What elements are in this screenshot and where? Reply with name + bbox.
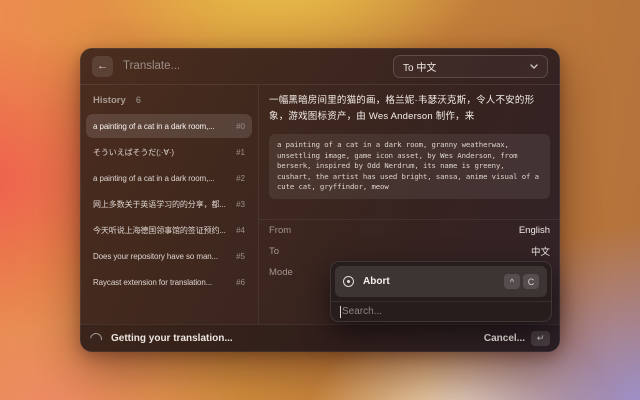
history-item-index: #4 bbox=[236, 226, 245, 235]
history-item-index: #1 bbox=[236, 148, 245, 157]
target-language-dropdown[interactable]: To 中文 bbox=[393, 55, 548, 78]
action-search-row bbox=[331, 302, 551, 321]
abort-label: Abort bbox=[363, 276, 390, 287]
history-count: 6 bbox=[136, 95, 141, 106]
history-item-text: Does your repository have so man... bbox=[93, 252, 230, 261]
history-item-index: #5 bbox=[236, 252, 245, 261]
loading-spinner-icon bbox=[88, 330, 105, 347]
meta-value: English bbox=[519, 225, 550, 236]
text-caret bbox=[340, 306, 341, 318]
history-item-5[interactable]: Does your repository have so man... #5 bbox=[86, 244, 252, 268]
history-item-0[interactable]: a painting of a cat in a dark room,... #… bbox=[86, 114, 252, 138]
back-arrow-icon: ← bbox=[97, 61, 108, 72]
history-label: History bbox=[93, 95, 126, 106]
history-item-text: a painting of a cat in a dark room,... bbox=[93, 174, 230, 183]
meta-row-from: From English bbox=[269, 220, 550, 241]
cancel-label: Cancel... bbox=[484, 333, 525, 344]
action-menu-item-abort[interactable]: Abort ^ C bbox=[335, 266, 547, 297]
history-item-text: そういえばそうだ(;·∀·) bbox=[93, 147, 230, 158]
history-item-text: Raycast extension for translation... bbox=[93, 278, 230, 287]
history-panel: History 6 a painting of a cat in a dark … bbox=[80, 85, 258, 324]
target-language-label: To 中文 bbox=[403, 59, 436, 74]
history-item-text: a painting of a cat in a dark room,... bbox=[93, 122, 230, 131]
action-menu: Abort ^ C bbox=[330, 261, 552, 322]
command-title: Translate... bbox=[123, 60, 180, 72]
shortcut-keys: ^ C bbox=[504, 274, 539, 289]
status-text: Getting your translation... bbox=[111, 333, 233, 344]
translation-result: 一幅黑暗房间里的猫的画，格兰妮·韦瑟沃克斯，令人不安的形象，游戏图标资产，由 W… bbox=[269, 93, 550, 125]
meta-label: Mode bbox=[269, 267, 293, 278]
meta-label: To bbox=[269, 246, 279, 257]
history-item-text: 网上多数关于英语学习的的分享，都... bbox=[93, 199, 230, 210]
c-key: C bbox=[523, 274, 539, 289]
return-key-icon: ↵ bbox=[531, 331, 550, 346]
source-text-block: a painting of a cat in a dark room, gran… bbox=[269, 134, 550, 199]
history-item-2[interactable]: a painting of a cat in a dark room,... #… bbox=[86, 166, 252, 190]
history-item-6[interactable]: Raycast extension for translation... #6 bbox=[86, 270, 252, 294]
history-item-text: 今天听说上海德国领事馆的签证预约... bbox=[93, 225, 230, 236]
back-button[interactable]: ← bbox=[92, 56, 113, 77]
history-item-index: #3 bbox=[236, 200, 245, 209]
action-search-input[interactable] bbox=[342, 306, 542, 317]
translate-window: ← Translate... To 中文 History 6 a paintin… bbox=[80, 48, 560, 352]
meta-value: 中文 bbox=[531, 244, 550, 258]
chevron-down-icon bbox=[530, 64, 538, 69]
history-item-3[interactable]: 网上多数关于英语学习的的分享，都... #3 bbox=[86, 192, 252, 216]
history-item-4[interactable]: 今天听说上海德国领事馆的签证预约... #4 bbox=[86, 218, 252, 242]
history-item-index: #6 bbox=[236, 278, 245, 287]
window-header: ← Translate... To 中文 bbox=[80, 48, 560, 85]
history-header: History 6 bbox=[86, 91, 252, 114]
desktop-background: ← Translate... To 中文 History 6 a paintin… bbox=[0, 0, 640, 400]
history-item-index: #2 bbox=[236, 174, 245, 183]
history-item-index: #0 bbox=[236, 122, 245, 131]
history-item-1[interactable]: そういえばそうだ(;·∀·) #1 bbox=[86, 140, 252, 164]
cancel-button[interactable]: Cancel... ↵ bbox=[484, 331, 550, 346]
abort-icon bbox=[343, 276, 354, 287]
meta-row-to: To 中文 bbox=[269, 241, 550, 262]
ctrl-key: ^ bbox=[504, 274, 520, 289]
status-bar: Getting your translation... Cancel... ↵ bbox=[80, 324, 560, 352]
meta-label: From bbox=[269, 225, 291, 236]
